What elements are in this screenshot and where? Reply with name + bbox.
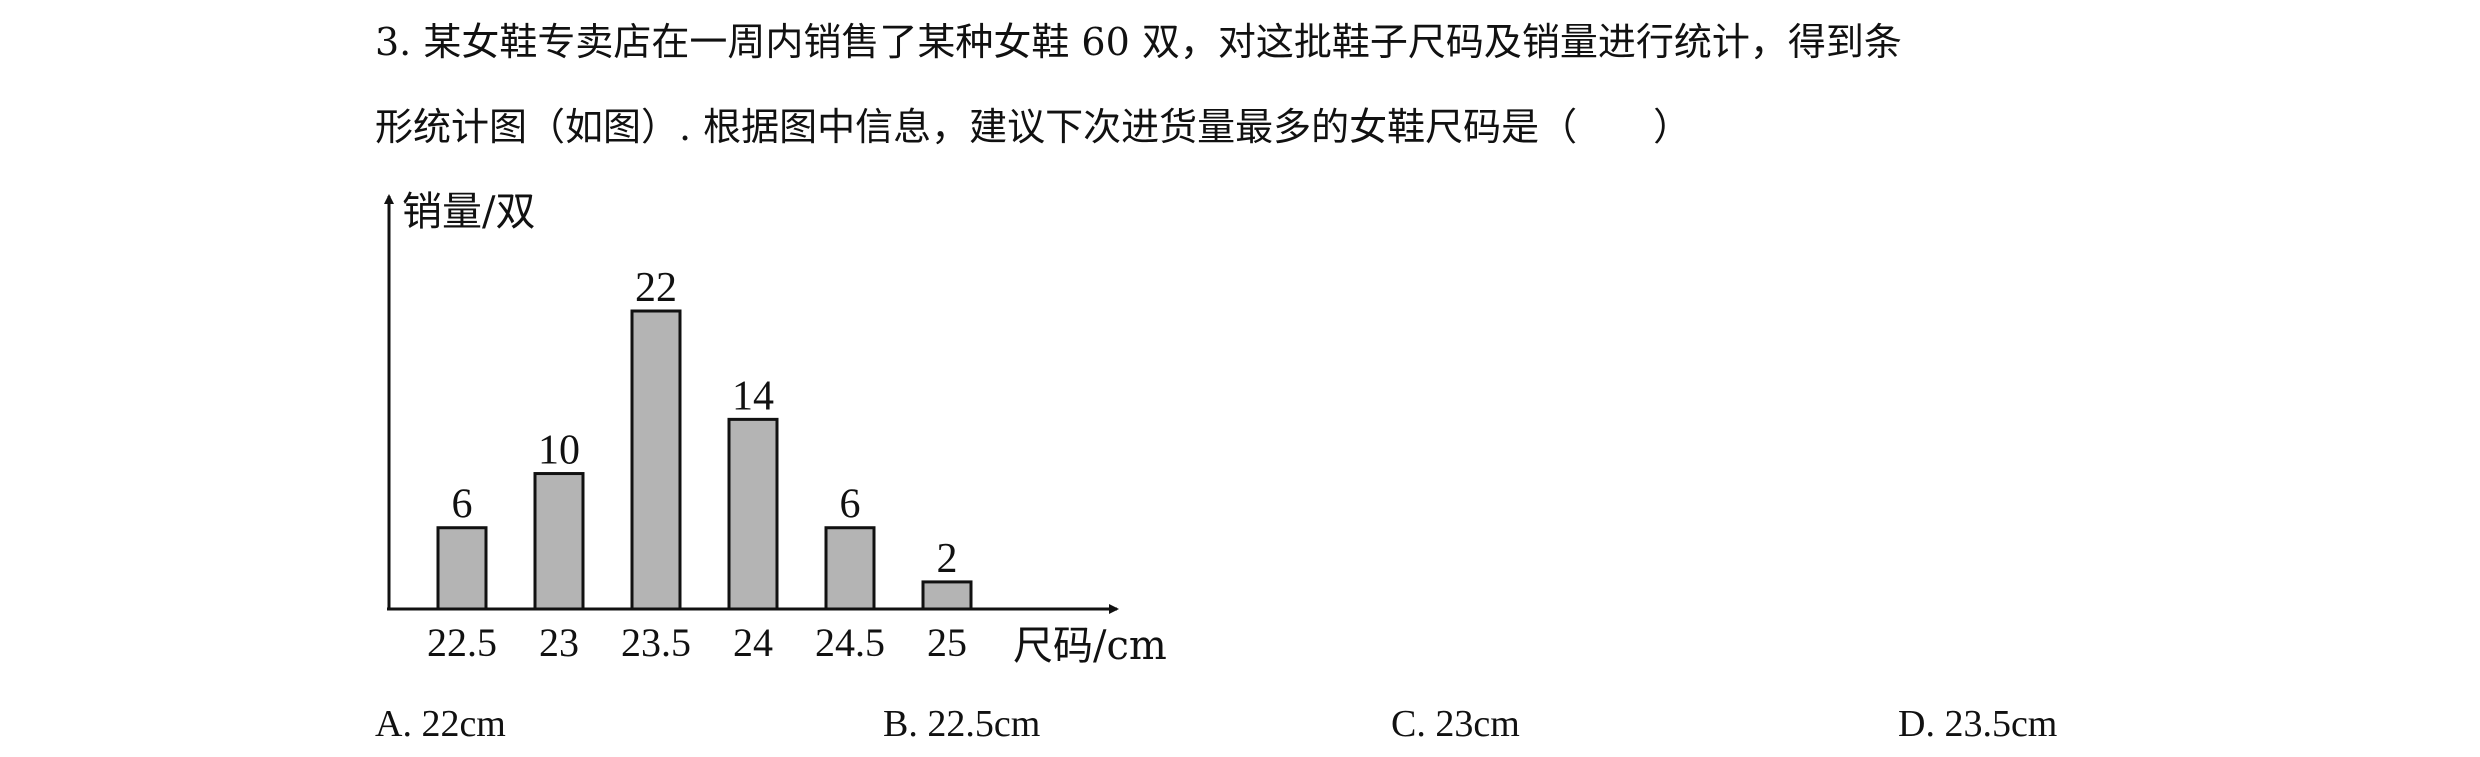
x-tick-label: 25 xyxy=(927,620,967,665)
bar-chart: 6 10 22 14 6 2 22.5 23 23.5 24 24.5 25 销量/双 尺码/cm xyxy=(384,189,1167,669)
x-tick-label: 24 xyxy=(733,620,773,665)
option-d[interactable]: D. 23.5cm xyxy=(1898,700,2057,748)
bar-23 xyxy=(533,472,585,611)
bar-value-label: 6 xyxy=(452,482,473,528)
x-axis-label: 尺码/cm xyxy=(1013,623,1167,669)
bar-22.5 xyxy=(436,526,488,611)
x-tick-label: 23.5 xyxy=(621,620,691,665)
bar-24 xyxy=(727,417,779,611)
bars-group xyxy=(436,309,973,611)
bar-labels-group: 6 10 22 14 6 2 xyxy=(452,265,958,582)
tick-labels-group: 22.5 23 23.5 24 24.5 25 xyxy=(427,620,967,665)
bar-value-label: 10 xyxy=(538,428,580,474)
x-tick-label: 22.5 xyxy=(427,620,497,665)
x-tick-label: 23 xyxy=(539,620,579,665)
option-b[interactable]: B. 22.5cm xyxy=(883,700,1040,748)
option-a[interactable]: A. 22cm xyxy=(375,700,506,748)
bar-value-label: 2 xyxy=(937,536,958,582)
bar-value-label: 14 xyxy=(732,373,774,419)
bar-25 xyxy=(921,580,973,611)
x-tick-label: 24.5 xyxy=(815,620,885,665)
bar-24.5 xyxy=(824,526,876,611)
bar-23.5 xyxy=(630,309,682,611)
bar-value-label: 22 xyxy=(635,265,677,311)
bar-value-label: 6 xyxy=(840,482,861,528)
y-axis-label: 销量/双 xyxy=(402,189,535,235)
option-c[interactable]: C. 23cm xyxy=(1391,700,1520,748)
